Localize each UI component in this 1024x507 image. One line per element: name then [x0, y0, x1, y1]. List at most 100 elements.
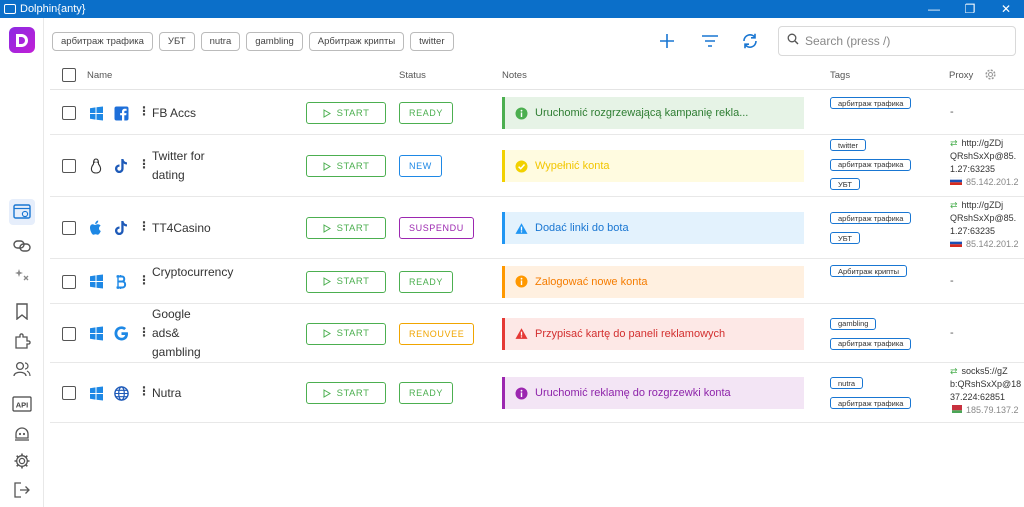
- proxy-info[interactable]: ⇄ http://gZDj QRshSxXp@85. 1.27:63235 85.…: [950, 199, 1024, 251]
- bookmark-icon[interactable]: [9, 298, 35, 324]
- support-bot-icon[interactable]: [9, 420, 35, 446]
- table-row[interactable]: ⋮ TT4Casino START SUSPENDU Dodać linki do …: [50, 197, 1024, 259]
- extensions-puzzle-icon[interactable]: [9, 327, 35, 353]
- filter-icon[interactable]: [699, 30, 721, 52]
- profile-tag[interactable]: gambling: [830, 317, 877, 330]
- profile-name[interactable]: Google ads& gambling: [152, 305, 220, 362]
- automation-sparkle-icon[interactable]: [9, 262, 35, 288]
- start-button[interactable]: START: [306, 270, 386, 293]
- note-box[interactable]: Uruchomić rozgrzewającą kampanię rekla..…: [502, 97, 804, 129]
- row-menu-icon[interactable]: ⋮: [138, 220, 150, 232]
- note-box[interactable]: Przypisać kartę do paneli reklamowych: [502, 317, 804, 350]
- status-badge[interactable]: READY: [399, 102, 454, 124]
- settings-gear-icon[interactable]: [9, 448, 35, 474]
- profile-name[interactable]: Nutra: [152, 384, 220, 403]
- profile-tag[interactable]: арбитраж трафика: [830, 212, 912, 224]
- proxy-line: 37.224:62851: [950, 392, 1006, 402]
- filter-chip[interactable]: УБТ: [158, 32, 195, 51]
- profile-name[interactable]: TT4Casino: [152, 219, 220, 238]
- minimize-button[interactable]: —: [916, 0, 952, 18]
- play-icon: [323, 108, 331, 118]
- row-checkbox[interactable]: [62, 106, 76, 120]
- column-header-proxy[interactable]: Proxy: [949, 70, 973, 81]
- profile-name[interactable]: Twitter for dating: [152, 147, 220, 185]
- row-menu-icon[interactable]: ⋮: [138, 326, 150, 338]
- filter-chip[interactable]: twitter: [410, 32, 454, 51]
- windows-icon: [88, 105, 104, 121]
- column-header-name[interactable]: Name: [87, 70, 112, 81]
- row-checkbox[interactable]: [62, 221, 76, 235]
- start-button[interactable]: START: [306, 217, 386, 239]
- profiles-table: Name Status Notes Tags Proxy ⋮ FB Accs ST…: [50, 62, 1024, 507]
- maximize-button[interactable]: ❐: [952, 0, 988, 18]
- logout-icon[interactable]: [9, 477, 35, 503]
- row-checkbox[interactable]: [62, 386, 76, 400]
- row-checkbox[interactable]: [62, 274, 76, 289]
- column-header-status[interactable]: Status: [399, 70, 426, 81]
- proxy-info[interactable]: ⇄ http://gZDj QRshSxXp@85. 1.27:63235 85.…: [950, 137, 1024, 189]
- proxy-empty: -: [950, 106, 954, 118]
- status-badge[interactable]: READY: [399, 382, 454, 404]
- table-row[interactable]: ⋮ Cryptocurrency START READY Zalogować now…: [50, 259, 1024, 304]
- close-button[interactable]: ✕: [988, 0, 1024, 18]
- profile-name[interactable]: Cryptocurrency: [152, 263, 233, 282]
- select-all-checkbox[interactable]: [62, 68, 76, 82]
- proxy-info[interactable]: ⇄ socks5://gZ b:QRshSxXp@18 37.224:62851 …: [950, 365, 1024, 417]
- title-bar: Dolphin{anty} — ❐ ✕: [0, 0, 1024, 18]
- browser-profiles-icon[interactable]: [9, 199, 35, 225]
- filter-chip[interactable]: nutra: [200, 32, 241, 51]
- note-text: Zalogować nowe konta: [535, 275, 648, 288]
- note-box[interactable]: Wypełnić konta: [502, 150, 804, 182]
- profile-tag[interactable]: арбитраж трафика: [830, 97, 912, 109]
- filter-chip[interactable]: Арбитраж крипты: [308, 32, 405, 51]
- profile-tag[interactable]: twitter: [830, 139, 867, 151]
- profile-tag[interactable]: Арбитраж крипты: [830, 265, 908, 277]
- users-icon[interactable]: [9, 356, 35, 382]
- dolphin-logo[interactable]: [9, 27, 35, 53]
- profile-tag[interactable]: арбитраж трафика: [830, 337, 912, 350]
- add-profile-icon[interactable]: [656, 30, 678, 52]
- status-badge[interactable]: READY: [399, 270, 454, 293]
- note-box[interactable]: Zalogować nowe konta: [502, 265, 804, 298]
- table-row[interactable]: ⋮ Google ads& gambling START RENOUVEE Przy…: [50, 304, 1024, 363]
- proxy-link-icon[interactable]: [9, 233, 35, 259]
- row-menu-icon[interactable]: ⋮: [138, 385, 150, 397]
- row-checkbox[interactable]: [62, 159, 76, 173]
- note-text: Uruchomić rozgrzewającą kampanię rekla..…: [535, 107, 749, 119]
- table-header: Name Status Notes Tags Proxy: [50, 62, 1024, 90]
- start-button[interactable]: START: [306, 322, 386, 345]
- row-checkbox[interactable]: [62, 326, 76, 341]
- proxy-ip: 85.142.201.2: [966, 177, 1019, 187]
- start-button[interactable]: START: [306, 382, 386, 404]
- search-input[interactable]: [805, 34, 1005, 48]
- start-label: START: [336, 222, 370, 234]
- status-badge[interactable]: SUSPENDU: [399, 217, 474, 239]
- table-row[interactable]: ⋮ Twitter for dating START NEW Wypełnić ko…: [50, 135, 1024, 197]
- table-row[interactable]: ⋮ Nutra START READY Uruchomić reklamę do r…: [50, 363, 1024, 423]
- status-badge[interactable]: NEW: [399, 155, 442, 177]
- note-box[interactable]: Dodać linki do bota: [502, 212, 804, 244]
- profile-name[interactable]: FB Accs: [152, 104, 220, 123]
- filter-chip[interactable]: арбитраж трафика: [52, 32, 153, 51]
- proxy-ip: 185.79.137.2: [966, 405, 1019, 415]
- refresh-icon[interactable]: [739, 30, 761, 52]
- start-button[interactable]: START: [306, 155, 386, 177]
- row-menu-icon[interactable]: ⋮: [138, 274, 150, 286]
- profile-tag[interactable]: УБТ: [830, 232, 860, 244]
- profile-tag[interactable]: арбитраж трафика: [830, 158, 912, 171]
- column-settings-gear-icon[interactable]: [984, 68, 997, 84]
- table-row[interactable]: ⋮ FB Accs START READY Uruchomić rozgrzewaj…: [50, 91, 1024, 135]
- status-badge[interactable]: RENOUVEE: [399, 322, 475, 345]
- profile-tag[interactable]: арбитраж трафика: [830, 397, 912, 409]
- note-box[interactable]: Uruchomić reklamę do rozgrzewki konta: [502, 377, 804, 409]
- column-header-tags[interactable]: Tags: [830, 70, 850, 81]
- row-menu-icon[interactable]: ⋮: [138, 105, 150, 117]
- api-icon[interactable]: API: [9, 391, 35, 417]
- row-menu-icon[interactable]: ⋮: [138, 158, 150, 170]
- profile-tag[interactable]: УБТ: [830, 178, 860, 190]
- profile-tag[interactable]: nutra: [830, 377, 864, 389]
- filter-chip[interactable]: gambling: [246, 32, 303, 51]
- start-button[interactable]: START: [306, 102, 386, 124]
- proxy-line: socks5://gZ: [961, 366, 1008, 376]
- column-header-notes[interactable]: Notes: [502, 70, 527, 81]
